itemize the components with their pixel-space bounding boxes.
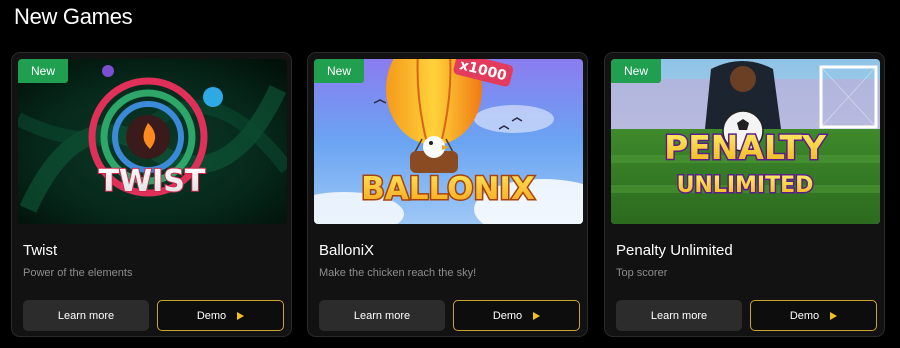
game-card-penalty-unlimited[interactable]: PENALTY UNLIMITED New Penalty Unlimited …	[604, 52, 885, 337]
game-title: Twist	[23, 242, 58, 259]
demo-button[interactable]: Demo	[750, 300, 877, 331]
learn-more-label: Learn more	[57, 309, 115, 322]
learn-more-label: Learn more	[650, 309, 708, 322]
demo-label: Demo	[492, 309, 523, 322]
penalty-logo-line2: UNLIMITED	[677, 173, 814, 198]
game-thumbnail[interactable]: TWIST New	[18, 59, 287, 224]
game-subtitle: Top scorer	[616, 267, 668, 279]
demo-label: Demo	[196, 309, 227, 322]
game-subtitle: Make the chicken reach the sky!	[319, 267, 477, 279]
learn-more-button[interactable]: Learn more	[23, 300, 149, 331]
new-badge: New	[611, 59, 662, 83]
demo-button[interactable]: Demo	[453, 300, 580, 331]
twist-logo-text: TWIST	[99, 164, 206, 199]
game-card-ballonix[interactable]: x1000 BALLONIX New BalloniX Make the chi…	[307, 52, 588, 337]
demo-label: Demo	[789, 309, 820, 322]
section-title: New Games	[14, 4, 133, 29]
penalty-artwork: PENALTY UNLIMITED	[611, 59, 880, 224]
game-title: BalloniX	[319, 242, 375, 259]
new-badge: New	[314, 59, 365, 83]
game-title: Penalty Unlimited	[616, 242, 733, 259]
play-icon	[830, 311, 838, 320]
game-card-twist[interactable]: TWIST New Twist Power of the elements Le…	[11, 52, 292, 337]
game-thumbnail[interactable]: PENALTY UNLIMITED New	[611, 59, 880, 224]
play-icon	[533, 311, 541, 320]
twist-artwork: TWIST	[18, 59, 287, 224]
game-subtitle: Power of the elements	[23, 267, 133, 279]
play-icon	[237, 311, 245, 320]
new-badge: New	[18, 59, 69, 83]
learn-more-button[interactable]: Learn more	[616, 300, 742, 331]
demo-button[interactable]: Demo	[157, 300, 284, 331]
learn-more-button[interactable]: Learn more	[319, 300, 445, 331]
penalty-logo-line1: PENALTY	[664, 128, 827, 167]
ballonix-logo-text: BALLONIX	[361, 171, 535, 207]
ballonix-artwork: x1000 BALLONIX	[314, 59, 583, 224]
game-thumbnail[interactable]: x1000 BALLONIX New	[314, 59, 583, 224]
learn-more-label: Learn more	[353, 309, 411, 322]
